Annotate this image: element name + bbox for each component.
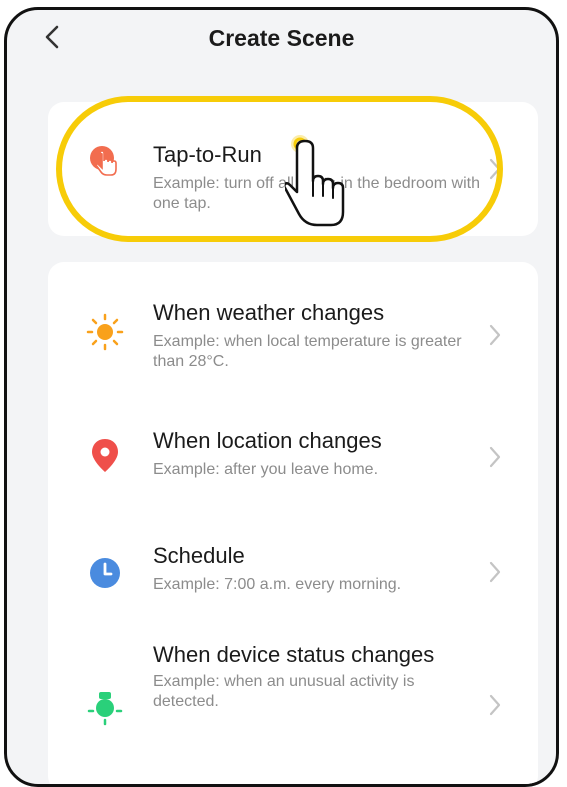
chevron-right-icon [489,324,501,346]
conditions-card: When weather changes Example: when local… [48,262,538,784]
tap-to-run-item[interactable]: Tap-to-Run Example: turn off all lights … [48,102,538,236]
hand-tap-icon [90,146,117,176]
device-status-icon [87,692,123,726]
tap-to-run-text: Tap-to-Run Example: turn off all lights … [153,142,483,214]
schedule-title: Schedule [153,543,245,568]
tap-to-run-title: Tap-to-Run [153,142,262,167]
weather-title: When weather changes [153,300,385,325]
device-status-text: When device status changes Example: when… [153,642,478,712]
chevron-right-icon [489,694,501,716]
clock-icon [90,558,120,588]
page-title: Create Scene [208,25,355,51]
chevron-right-icon [489,158,501,180]
device-status-description: Example: when an unusual activity is det… [153,673,415,710]
chevron-right-icon [489,446,501,468]
sun-icon [86,313,124,351]
location-text: When location changes Example: after you… [153,428,483,480]
location-description: Example: after you leave home. [153,461,379,478]
schedule-text: Schedule Example: 7:00 a.m. every mornin… [153,543,483,595]
weather-item[interactable]: When weather changes Example: when local… [48,272,538,392]
schedule-description: Example: 7:00 a.m. every morning. [153,576,402,593]
weather-description: Example: when local temperature is great… [153,333,462,370]
location-item[interactable]: When location changes Example: after you… [48,402,538,512]
header: Create Scene [7,10,556,70]
device-status-item[interactable]: When device status changes Example: when… [48,632,538,772]
tap-to-run-card: Tap-to-Run Example: turn off all lights … [48,102,538,236]
schedule-item[interactable]: Schedule Example: 7:00 a.m. every mornin… [48,517,538,627]
location-pin-icon [92,439,118,472]
chevron-right-icon [489,561,501,583]
weather-text: When weather changes Example: when local… [153,300,483,372]
phone-frame: Create Scene Tap-to-Run Example: turn of… [4,7,559,787]
tap-to-run-description: Example: turn off all lights in the bedr… [153,175,480,212]
location-title: When location changes [153,428,382,453]
device-status-title: When device status changes [153,642,435,667]
